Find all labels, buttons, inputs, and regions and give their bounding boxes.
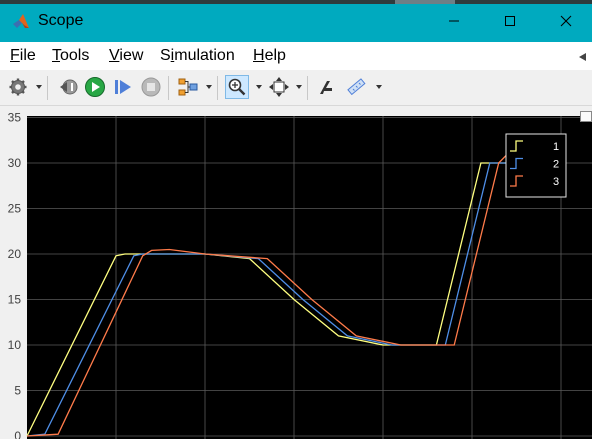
measure-dropdown-arrow[interactable] xyxy=(376,85,382,89)
zoom-in-icon xyxy=(228,78,246,96)
maximize-button[interactable] xyxy=(490,6,530,36)
toolbar-separator xyxy=(217,76,218,100)
y-tick-label: 30 xyxy=(8,156,22,170)
style-icon xyxy=(320,81,332,94)
y-tick-label: 25 xyxy=(8,202,22,216)
menu-help-accel: H xyxy=(253,47,265,64)
undock-button[interactable] xyxy=(580,111,592,122)
fit-to-view-button[interactable] xyxy=(267,75,291,99)
minimize-button[interactable] xyxy=(434,6,474,36)
toolbar-separator xyxy=(47,76,48,100)
menu-simulation-rest: mulation xyxy=(174,47,235,64)
menu-help[interactable]: Help xyxy=(253,47,286,65)
step-back-button[interactable] xyxy=(56,75,80,99)
legend-label-1: 1 xyxy=(553,141,559,153)
menu-file-accel: F xyxy=(10,47,20,64)
zoom-dropdown-arrow[interactable] xyxy=(256,85,262,89)
minimize-icon xyxy=(449,20,459,22)
toolbar-separator xyxy=(168,76,169,100)
run-icon xyxy=(85,77,105,97)
y-tick-label: 10 xyxy=(8,338,22,352)
desktop-background-strip xyxy=(0,0,592,4)
signal-select-button[interactable] xyxy=(176,75,200,99)
menu-tools[interactable]: Tools xyxy=(52,47,89,65)
menu-view-rest: iew xyxy=(119,47,144,64)
scope-window: Scope File Tools View Simulation Help 0 … xyxy=(0,0,592,439)
toolbar xyxy=(0,70,592,106)
menu-file-rest: ile xyxy=(19,47,36,64)
step-forward-icon xyxy=(115,80,131,94)
measure-button[interactable] xyxy=(344,75,368,99)
matlab-logo-icon xyxy=(13,14,29,28)
step-back-icon xyxy=(60,79,78,95)
close-icon xyxy=(560,15,572,27)
style-button[interactable] xyxy=(315,75,339,99)
signal-select-dropdown-arrow[interactable] xyxy=(206,85,212,89)
scope-plot[interactable]: 0 5 10 15 20 25 30 35 1 2 3 xyxy=(0,106,592,439)
settings-dropdown-arrow[interactable] xyxy=(36,85,42,89)
menu-help-rest: elp xyxy=(264,47,286,64)
legend-label-2: 2 xyxy=(553,159,559,171)
dock-arrow-icon[interactable] xyxy=(578,52,588,62)
menu-tools-rest: ools xyxy=(60,47,90,64)
signal-select-icon xyxy=(178,78,198,96)
menu-simulation[interactable]: Simulation xyxy=(160,47,235,65)
plot-area: 0 5 10 15 20 25 30 35 1 2 3 xyxy=(0,106,592,439)
legend-label-3: 3 xyxy=(553,176,559,188)
run-button[interactable] xyxy=(83,75,107,99)
fit-to-view-icon xyxy=(269,77,289,97)
measure-icon xyxy=(347,78,366,96)
menu-view[interactable]: View xyxy=(109,47,143,65)
fit-dropdown-arrow[interactable] xyxy=(296,85,302,89)
window-title: Scope xyxy=(38,12,84,29)
y-tick-label: 5 xyxy=(14,384,21,398)
y-tick-labels: 0 5 10 15 20 25 30 35 xyxy=(8,111,22,439)
menu-view-accel: V xyxy=(109,47,120,64)
stop-icon xyxy=(141,77,161,97)
y-tick-label: 0 xyxy=(14,429,21,439)
maximize-icon xyxy=(505,16,515,26)
menu-file[interactable]: File xyxy=(10,47,36,65)
settings-button[interactable] xyxy=(6,75,30,99)
menu-simulation-pre: S xyxy=(160,47,171,64)
step-forward-button[interactable] xyxy=(111,75,135,99)
legend[interactable]: 1 2 3 xyxy=(505,133,567,198)
y-tick-label: 35 xyxy=(8,111,22,125)
title-bar[interactable]: Scope xyxy=(0,0,592,42)
menu-tools-accel: T xyxy=(52,47,60,64)
menu-bar: File Tools View Simulation Help xyxy=(0,42,592,70)
y-tick-label: 15 xyxy=(8,293,22,307)
toolbar-separator xyxy=(307,76,308,100)
settings-icon xyxy=(9,78,27,96)
stop-button[interactable] xyxy=(139,75,163,99)
y-tick-label: 20 xyxy=(8,247,22,261)
close-button[interactable] xyxy=(546,6,586,36)
zoom-in-button[interactable] xyxy=(225,75,249,99)
